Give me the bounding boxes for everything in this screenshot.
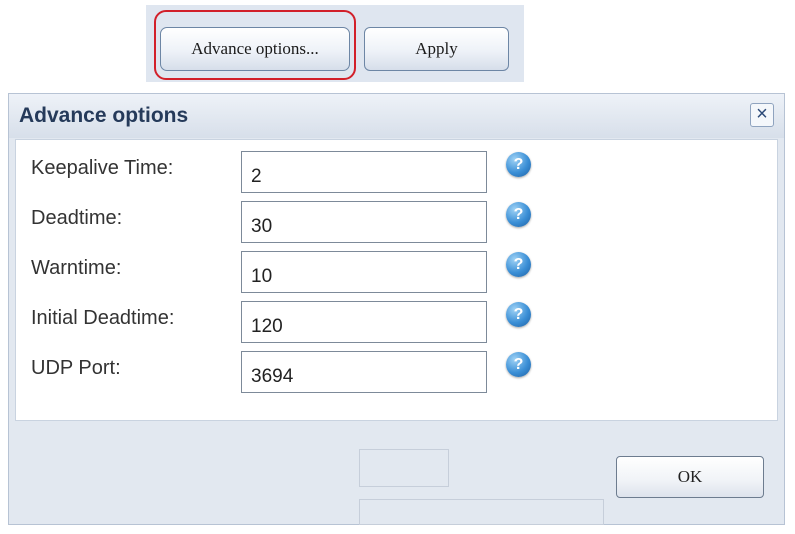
close-icon[interactable]: × <box>750 103 774 127</box>
deadtime-input[interactable] <box>241 201 487 243</box>
keepalive-time-label: Keepalive Time: <box>31 157 174 179</box>
advance-options-dialog: Advance options × Keepalive Time: ? Dead… <box>8 93 785 525</box>
warntime-row: Warntime: ? <box>16 247 777 293</box>
dialog-title: Advance options <box>19 104 189 127</box>
deadtime-row: Deadtime: ? <box>16 197 777 243</box>
background-field <box>359 449 449 487</box>
settings-panel: Keepalive Time: ? Deadtime: ? Warntime: … <box>15 139 778 421</box>
keepalive-time-row: Keepalive Time: ? <box>16 147 777 193</box>
udp-port-label: UDP Port: <box>31 357 121 379</box>
initial-deadtime-label: Initial Deadtime: <box>31 307 175 329</box>
warntime-input[interactable] <box>241 251 487 293</box>
initial-deadtime-row: Initial Deadtime: ? <box>16 297 777 343</box>
udp-port-row: UDP Port: ? <box>16 347 777 393</box>
keepalive-time-input[interactable] <box>241 151 487 193</box>
dialog-titlebar: Advance options × <box>9 94 784 138</box>
highlight-annotation <box>154 10 356 80</box>
help-icon[interactable]: ? <box>506 352 531 377</box>
ok-button[interactable]: OK <box>616 456 764 498</box>
help-icon[interactable]: ? <box>506 252 531 277</box>
apply-button[interactable]: Apply <box>364 27 509 71</box>
warntime-label: Warntime: <box>31 257 122 279</box>
background-field <box>359 499 604 525</box>
help-icon[interactable]: ? <box>506 202 531 227</box>
help-icon[interactable]: ? <box>506 302 531 327</box>
udp-port-input[interactable] <box>241 351 487 393</box>
deadtime-label: Deadtime: <box>31 207 123 229</box>
initial-deadtime-input[interactable] <box>241 301 487 343</box>
help-icon[interactable]: ? <box>506 152 531 177</box>
